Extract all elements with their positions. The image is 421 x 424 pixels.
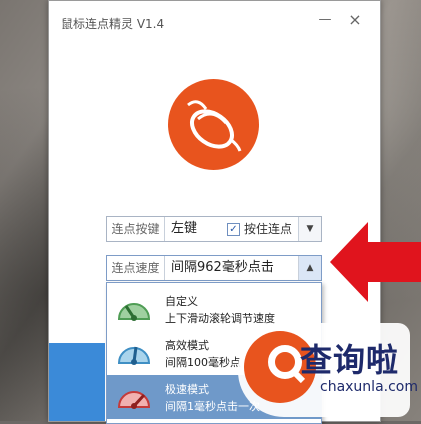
click-key-value[interactable]: 左键 bbox=[171, 217, 197, 241]
pointer-arrow-icon bbox=[330, 222, 421, 302]
speed-dropdown-button[interactable]: ▲ bbox=[298, 256, 321, 280]
minimize-button[interactable]: — bbox=[313, 9, 337, 31]
title-bar[interactable]: 鼠标连点精灵 V1.4 — × bbox=[49, 1, 380, 41]
window-title: 鼠标连点精灵 V1.4 bbox=[61, 17, 165, 31]
gauge-red-icon bbox=[117, 391, 151, 409]
close-button[interactable]: × bbox=[343, 9, 367, 31]
hold-click-label[interactable]: 按住连点 bbox=[244, 217, 292, 241]
watermark: 查询啦 chaxunla.com bbox=[238, 323, 418, 417]
window-bottom-band bbox=[49, 343, 105, 421]
mouse-logo-icon bbox=[168, 79, 259, 170]
speed-label: 连点速度 bbox=[107, 256, 165, 280]
gauge-green-icon bbox=[117, 303, 151, 321]
speed-value[interactable]: 间隔962毫秒点击 bbox=[171, 256, 274, 280]
click-key-row: 连点按键 左键 ✓ 按住连点 ▼ bbox=[106, 216, 322, 242]
click-key-label: 连点按键 bbox=[107, 217, 165, 241]
watermark-url: chaxunla.com bbox=[320, 379, 418, 395]
speed-option-description: 上下滑动滚轮调节速度 bbox=[165, 312, 275, 325]
click-key-dropdown-button[interactable]: ▼ bbox=[298, 217, 321, 241]
speed-option-title: 高效模式 bbox=[165, 339, 209, 352]
speed-option-title: 自定义 bbox=[165, 295, 198, 308]
speed-option-description: 间隔1毫秒点击一次 bbox=[165, 400, 260, 413]
hold-click-checkbox[interactable]: ✓ bbox=[227, 223, 240, 236]
gauge-blue-icon bbox=[117, 346, 151, 365]
speed-row: 连点速度 间隔962毫秒点击 ▲ bbox=[106, 255, 322, 281]
watermark-title: 查询啦 bbox=[300, 341, 400, 379]
speed-option-description: 间隔100毫秒点 bbox=[165, 356, 241, 369]
speed-option-title: 极速模式 bbox=[165, 383, 209, 396]
